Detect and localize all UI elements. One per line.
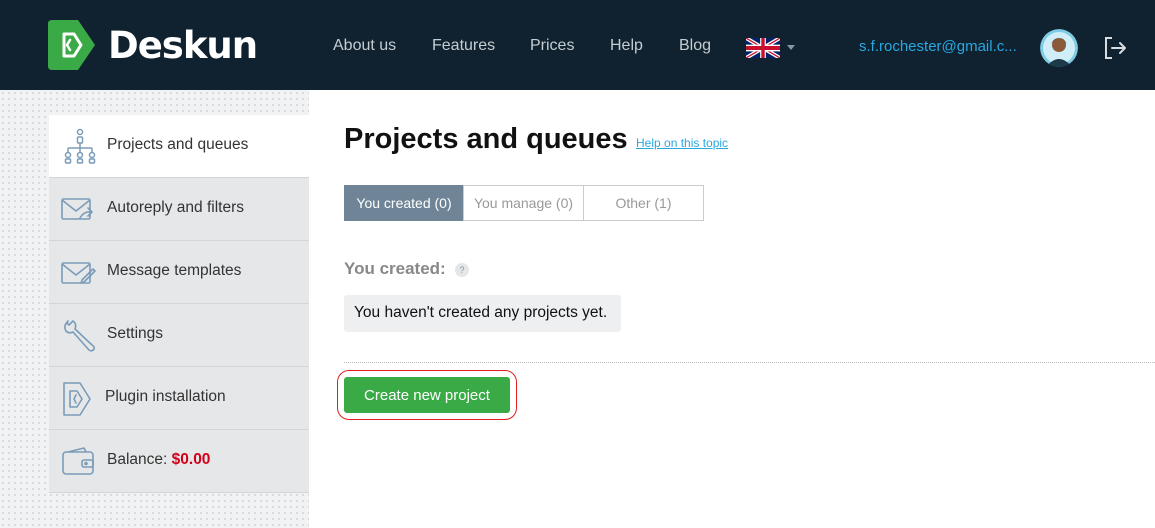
sidebar-item-label: Autoreply and filters <box>107 199 244 216</box>
sidebar-item-balance[interactable]: Balance: $0.00 <box>49 430 309 493</box>
sidebar-item-projects-and-queues[interactable]: Projects and queues <box>49 115 309 178</box>
project-tabs: You created (0) You manage (0) Other (1) <box>344 185 704 221</box>
sidebar-menu: Projects and queues Autoreply and filter… <box>49 115 309 493</box>
sidebar-item-label: Settings <box>107 325 164 342</box>
balance-label: Balance: <box>107 451 168 468</box>
sidebar-item-label: Projects and queues <box>107 136 249 153</box>
user-avatar[interactable] <box>1040 29 1078 67</box>
user-email[interactable]: s.f.rochester@gmail.c... <box>859 38 1027 55</box>
mail-edit-icon <box>61 262 96 284</box>
nav-help[interactable]: Help <box>610 37 643 55</box>
help-on-topic-link[interactable]: Help on this topic <box>636 136 728 150</box>
brand-name: Deskun <box>108 23 258 67</box>
help-tooltip-icon[interactable]: ? <box>455 263 469 277</box>
mail-forward-icon <box>61 198 93 220</box>
hierarchy-icon <box>64 128 96 164</box>
language-caret-icon[interactable] <box>787 45 795 50</box>
plugin-icon <box>63 382 91 416</box>
sidebar-item-label: Message templates <box>107 262 242 279</box>
tab-you-created[interactable]: You created (0) <box>344 185 464 221</box>
nav-features[interactable]: Features <box>432 37 495 55</box>
uk-flag-icon[interactable] <box>746 38 780 58</box>
sidebar-item-plugin-installation[interactable]: Plugin installation <box>49 367 309 430</box>
nav-blog[interactable]: Blog <box>679 37 711 55</box>
wallet-icon <box>62 447 94 475</box>
section-title: You created: <box>344 259 446 278</box>
sidebar-item-settings[interactable]: Settings <box>49 304 309 367</box>
sidebar-item-label: Plugin installation <box>105 388 226 405</box>
wrench-icon <box>64 320 96 352</box>
empty-projects-message: You haven't created any projects yet. <box>344 295 621 332</box>
logout-icon[interactable] <box>1102 35 1128 61</box>
sidebar-item-autoreply-and-filters[interactable]: Autoreply and filters <box>49 178 309 241</box>
create-new-project-button[interactable]: Create new project <box>344 377 510 413</box>
balance-amount: $0.00 <box>171 451 211 468</box>
tab-other[interactable]: Other (1) <box>583 185 704 221</box>
nav-about-us[interactable]: About us <box>333 37 396 55</box>
page-title: Projects and queues <box>344 123 628 155</box>
nav-prices[interactable]: Prices <box>530 37 574 55</box>
tab-you-manage[interactable]: You manage (0) <box>463 185 584 221</box>
deskun-logo-icon <box>48 20 95 70</box>
sidebar-item-message-templates[interactable]: Message templates <box>49 241 309 304</box>
top-header: Deskun About us Features Prices Help Blo… <box>0 0 1155 90</box>
sidebar-item-label: Balance: $0.00 <box>107 451 210 469</box>
brand-logo[interactable]: Deskun <box>48 20 258 70</box>
section-divider <box>344 362 1155 363</box>
